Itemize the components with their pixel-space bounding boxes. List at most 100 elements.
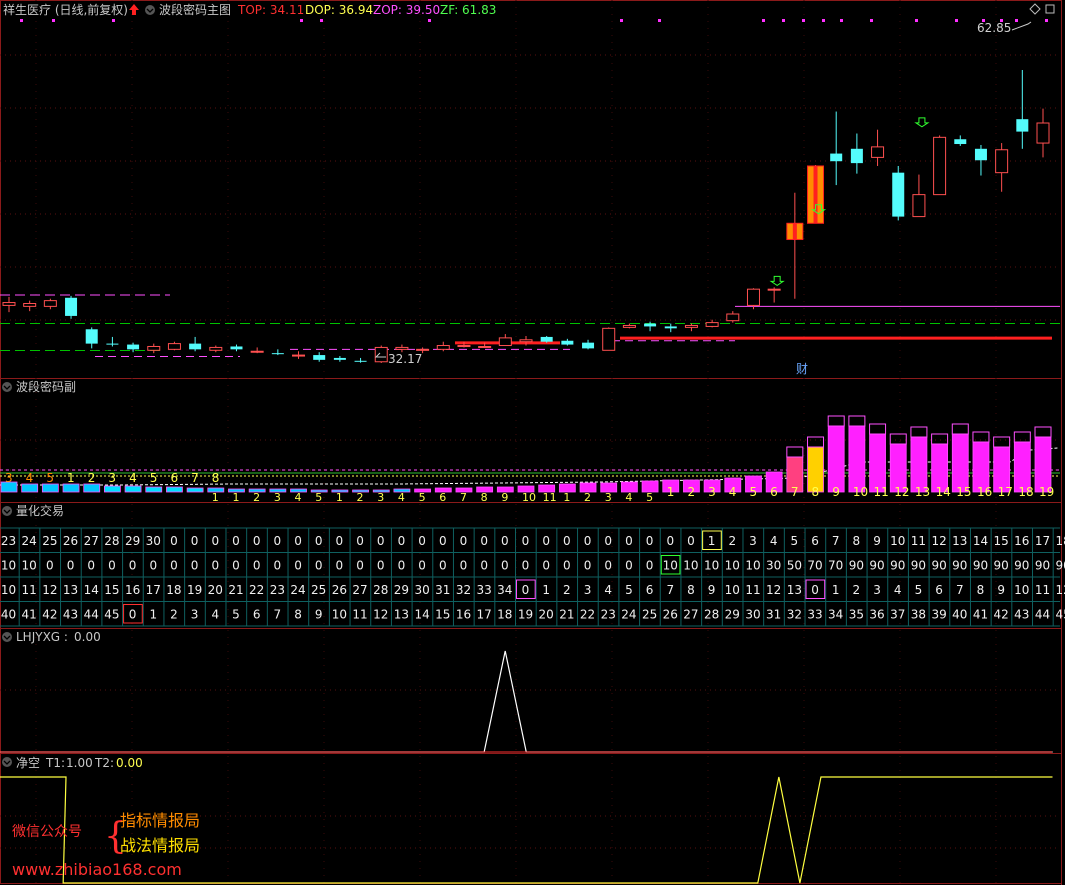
top-dot-marker [822,19,825,22]
sub-count-label: 2 [88,471,96,485]
sub-count-label: 9 [832,485,840,499]
candle [786,192,804,299]
candle-body [684,324,698,328]
table-cell: 0 [274,559,282,573]
table-cell: 0 [418,559,426,573]
table-cell: 15 [104,583,119,597]
candle-body [292,354,306,357]
sub-count-label: 4 [295,491,302,504]
table-cell: 4 [604,583,612,597]
table-cell: 14 [414,608,429,622]
top-dot-marker [762,19,765,22]
table-cell: 0 [584,559,592,573]
table-cell: 33 [476,583,491,597]
t1-value: 1.00 [66,756,93,770]
sub-header: 波段密码副 [2,379,76,394]
sub-count-label: 2 [253,491,260,504]
finance-marker[interactable]: 财 [796,362,808,376]
table-cell: 12 [931,534,946,548]
sub-count-label: 3 [605,491,612,504]
candle [622,323,636,329]
table-cell: 90 [931,559,946,573]
sub-bar [104,485,121,493]
maximize-icon[interactable] [1045,4,1055,14]
table-cell: 0 [253,559,261,573]
candle-body [498,337,512,347]
lhjyxg-dropdown-icon[interactable] [2,632,12,642]
table-cell: 42 [993,608,1008,622]
candle [995,143,1009,192]
stock-name[interactable]: 祥生医疗 (日线,前复权) [3,2,128,17]
table-cell: 23 [1,534,16,548]
candle [830,111,843,186]
table-cell: 0 [356,534,364,548]
candle [250,347,264,354]
table-cell: 22 [580,608,595,622]
table-cell: 6 [811,534,819,548]
table-cell: 26 [63,534,78,548]
table-cell: 30 [146,534,161,548]
candle-body [43,300,57,307]
candle-body [1016,119,1029,132]
table-cell: 0 [563,559,571,573]
table-cell: 27 [84,534,99,548]
table-cell: 31 [766,608,781,622]
chart-canvas[interactable]: 祥生医疗 (日线,前复权) 波段密码主图 TOP: 34.11 DOP: 36.… [0,0,1065,885]
candle-body [189,343,202,350]
top-dot-marker [1000,19,1003,22]
sub-bar [1013,431,1031,493]
candle-body [664,326,677,329]
sub-count-label: 8 [481,491,488,504]
table-cell: 13 [394,608,409,622]
diamond-icon[interactable] [1029,3,1041,15]
table-cell: 24 [290,583,305,597]
table-cell: 0 [129,608,137,622]
sub-count-label: 7 [191,471,199,485]
table-cell: 0 [356,559,364,573]
table-cell: 13 [787,583,802,597]
sub-count-label: 5 [315,491,322,504]
table-cell: 90 [993,559,1008,573]
sub-bar [1034,426,1052,493]
table-cell: 40 [1,608,16,622]
sub-count-label: 10 [522,491,536,504]
quant-dropdown-icon[interactable] [2,506,12,516]
top-dot-marker [955,19,958,22]
sub-bar-body [848,425,866,493]
sub-dropdown-icon[interactable] [2,382,12,392]
jk-title: 净空 [16,756,40,770]
sub-count-label: 4 [729,485,737,499]
table-cell: 0 [67,559,75,573]
sub-bar-body [827,425,845,493]
table-cell: 0 [646,534,654,548]
table-cell: 0 [398,534,406,548]
sub-bar [931,433,949,493]
table-cell: 0 [501,559,509,573]
table-cell: 0 [315,559,323,573]
candle-body [1036,122,1050,144]
table-cell: 3 [191,608,199,622]
sub-bar-body [21,483,39,493]
table-cell: 0 [563,534,571,548]
table-cell: 28 [104,534,119,548]
table-cell: 13 [63,583,78,597]
candle-body [395,346,409,350]
table-cell: 5 [915,583,923,597]
table-cell: 17 [1035,534,1050,548]
table-cell: 0 [211,559,219,573]
candle-body [519,339,533,343]
table-cell: 26 [663,608,678,622]
top-dot-marker [428,19,431,22]
table-cell: 35 [849,608,864,622]
jk-dropdown-icon[interactable] [2,757,12,767]
sub-bar-cap [931,433,949,445]
table-cell: 7 [832,534,840,548]
table-cell: 10 [22,559,37,573]
table-cell: 11 [745,583,760,597]
dropdown-icon[interactable] [145,5,155,15]
table-cell: 0 [211,534,219,548]
candle-body [65,297,78,316]
table-cell: 23 [270,583,285,597]
candle-body [705,322,719,327]
candlestick-series [2,21,1050,363]
